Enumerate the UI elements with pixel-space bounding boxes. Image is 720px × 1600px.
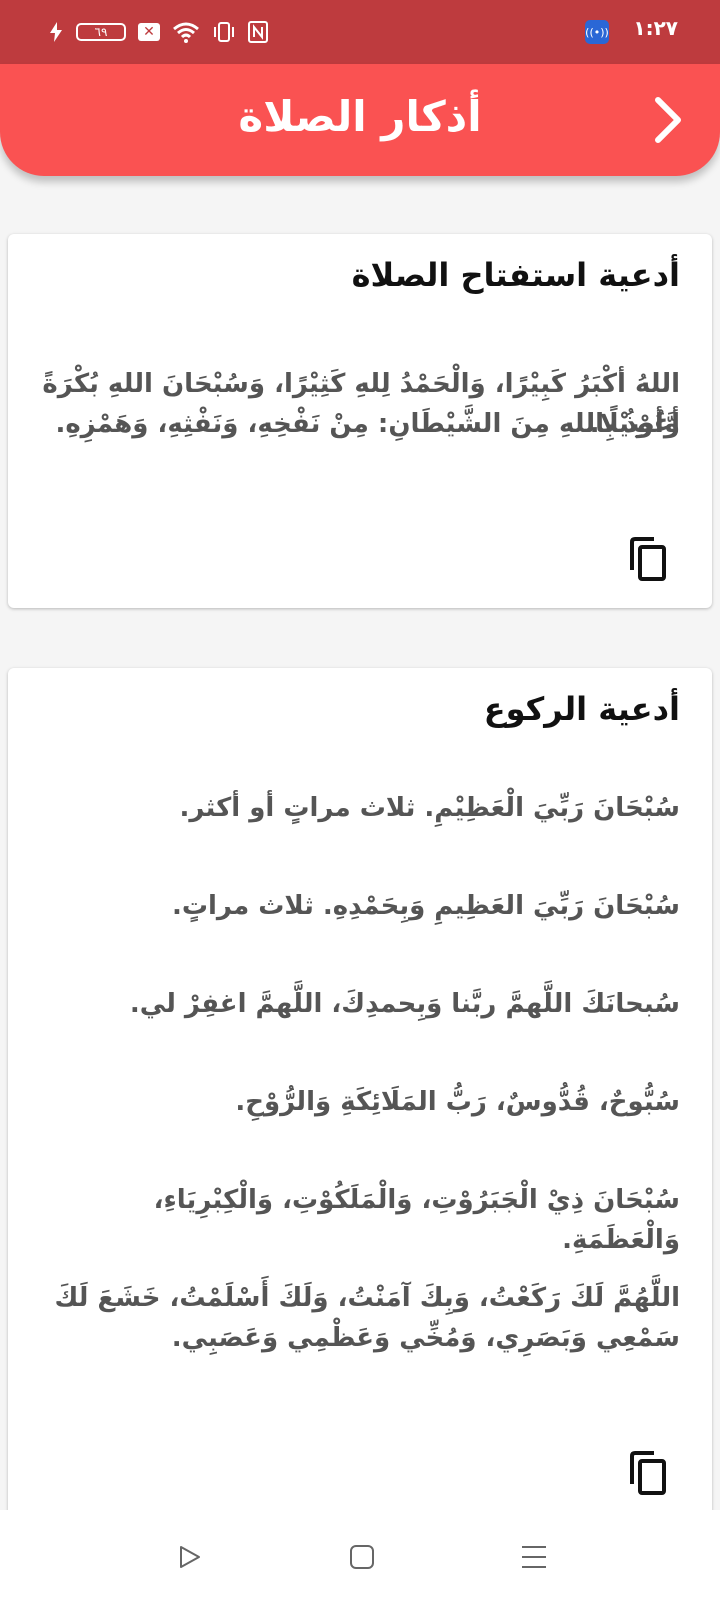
vibrate-icon: [214, 22, 234, 42]
status-bar: ٦٩ ✕ ((•)) ١:٢٧: [0, 0, 720, 64]
card-text-line: اللَّهُمَّ لَكَ رَكَعْتُ، وَبِكَ آمَنْتُ…: [54, 1283, 680, 1313]
status-time: ١:٢٧: [633, 16, 678, 40]
card-text-line: سُبْحَانَ رَبِّيَ العَظِيمِ وَبِحَمْدِهِ…: [171, 891, 680, 921]
wifi-icon: [173, 22, 199, 43]
card-title: أدعية الركوع: [483, 690, 680, 728]
nfc-icon: [248, 21, 268, 43]
charging-icon: [50, 22, 62, 42]
copy-icon[interactable]: [626, 1450, 670, 1498]
battery-icon: ٦٩: [76, 23, 126, 41]
hotspot-icon: ((•)): [585, 20, 609, 44]
card-text-line: سَمْعِي وَبَصَرِي، وَمُخِّي وَعَظْمِي وَ…: [171, 1323, 680, 1353]
page-title: أذكار الصلاة: [238, 92, 482, 141]
card-text-line: سُبْحَانَ رَبِّيَ الْعَظِيْمِ. ثلاث مرات…: [179, 793, 681, 823]
card-text-line: سُبُّوحٌ، قُدُّوسٌ، رَبُّ المَلَائِكَةِ …: [235, 1087, 680, 1117]
no-sim-icon: ✕: [138, 23, 160, 41]
battery-level: ٦٩: [94, 25, 108, 39]
app-bar: أذكار الصلاة: [0, 64, 720, 176]
menu-nav-icon[interactable]: [520, 1543, 548, 1571]
card-title: أدعية استفتاح الصلاة: [351, 256, 680, 294]
back-nav-icon[interactable]: [176, 1543, 204, 1571]
card-text-line: سُبْحَانَ ذِيْ الْجَبَرُوْتِ، وَالْمَلَك…: [153, 1185, 680, 1255]
home-nav-icon[interactable]: [348, 1543, 376, 1571]
dhikr-card: أدعية الركوع سُبْحَانَ رَبِّيَ الْعَظِيْ…: [8, 668, 712, 1528]
card-text-line: أعُوْذُ بِاللهِ مِنَ الشَّيْطَانِ: مِنْ …: [55, 409, 680, 439]
copy-icon[interactable]: [626, 536, 670, 584]
system-nav-bar: [0, 1510, 720, 1600]
status-icons: ٦٩ ✕: [48, 16, 268, 48]
back-button[interactable]: [648, 94, 688, 146]
dhikr-card: أدعية استفتاح الصلاة اللهُ أكْبَرُ كَبِي…: [8, 234, 712, 608]
card-text-line: سُبحانَكَ اللَّهمَّ ربَّنا وَبِحمدِكَ، ا…: [129, 989, 680, 1019]
